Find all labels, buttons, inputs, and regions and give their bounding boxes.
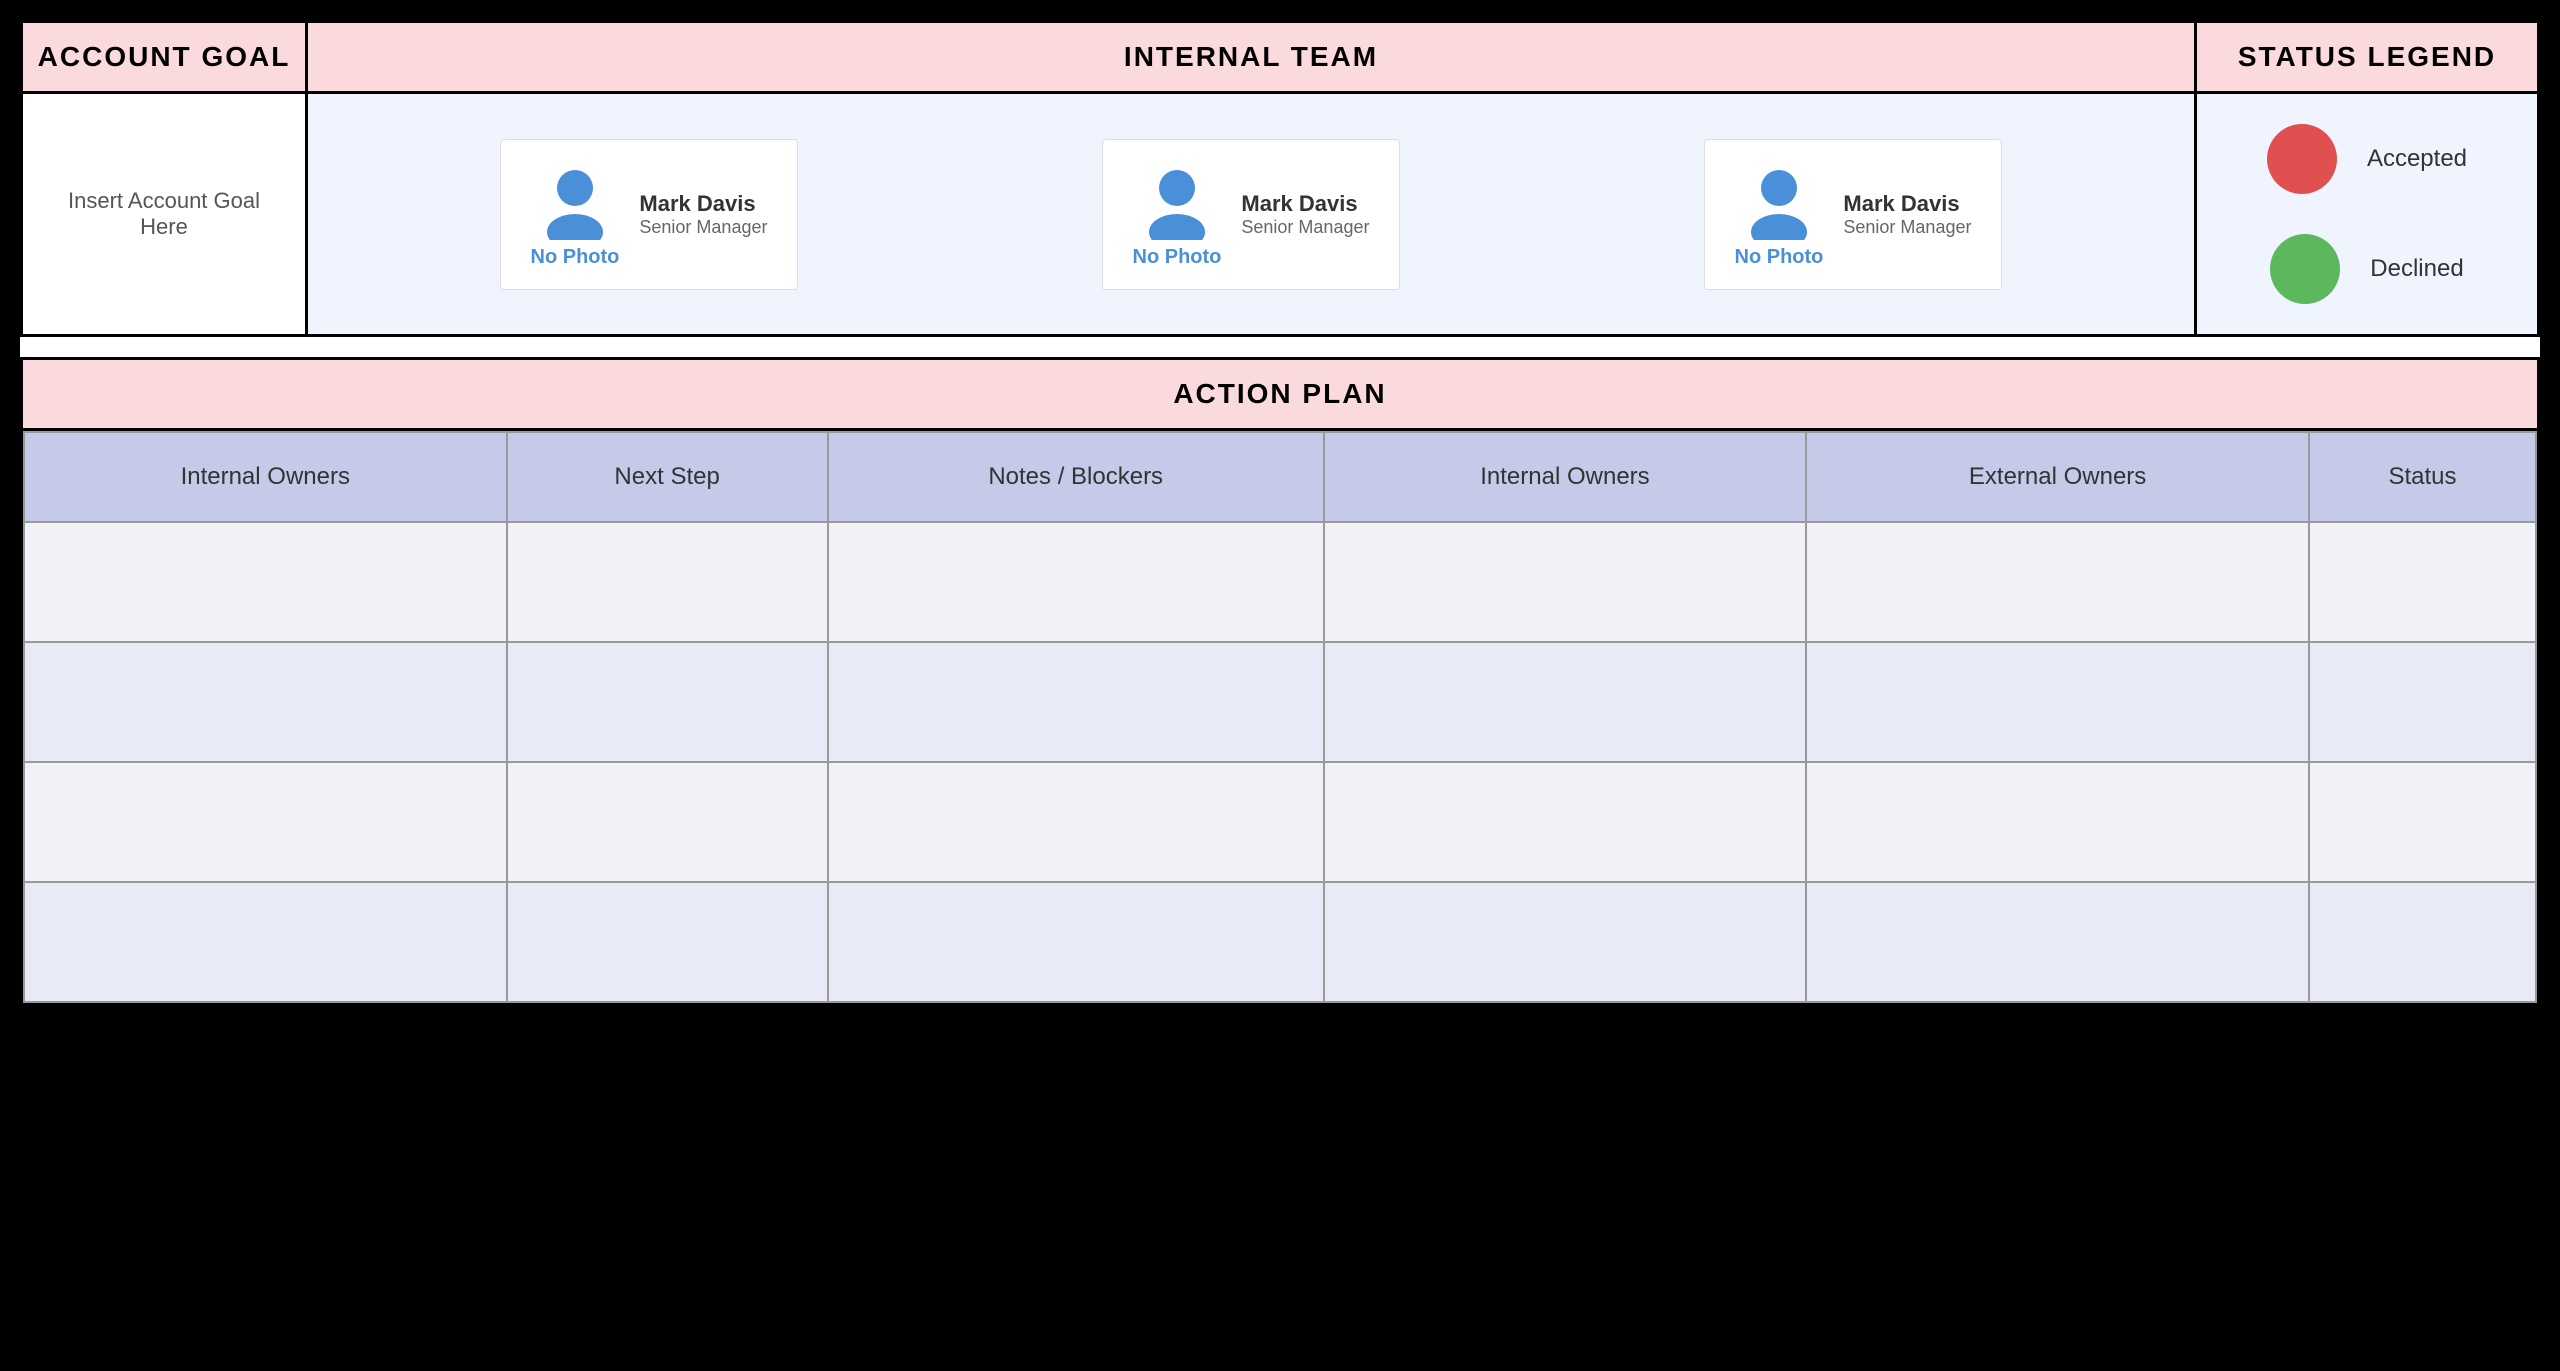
col-header-status: Status — [2309, 432, 2536, 522]
account-goal-placeholder[interactable]: Insert Account Goal Here — [43, 188, 285, 240]
team-member-card-1: No Photo Mark Davis Senior Manager — [500, 139, 799, 290]
no-photo-label-2: No Photo — [1133, 246, 1222, 269]
member-title-1: Senior Manager — [639, 217, 767, 238]
member-name-1: Mark Davis — [639, 191, 767, 217]
avatar-container-1: No Photo — [531, 160, 620, 269]
table-row — [24, 762, 2536, 882]
no-photo-label-1: No Photo — [531, 246, 620, 269]
avatar-container-3: No Photo — [1735, 160, 1824, 269]
col-header-notes-blockers: Notes / Blockers — [828, 432, 1324, 522]
member-title-2: Senior Manager — [1241, 217, 1369, 238]
cell-external-owners-r4[interactable] — [1806, 882, 2309, 1002]
member-info-3: Mark Davis Senior Manager — [1843, 191, 1971, 238]
cell-next-step-r2[interactable] — [507, 642, 828, 762]
internal-team-column: INTERNAL TEAM No Photo Mark Davis Senior… — [308, 23, 2197, 334]
account-goal-header: ACCOUNT GOAL — [23, 23, 305, 94]
internal-team-header: INTERNAL TEAM — [308, 23, 2194, 94]
cell-status-r4[interactable] — [2309, 882, 2536, 1002]
status-legend-header: STATUS LEGEND — [2197, 23, 2537, 94]
cell-internal-owners-2-r1[interactable] — [1324, 522, 1807, 642]
account-goal-body: Insert Account Goal Here — [23, 94, 305, 334]
cell-status-r1[interactable] — [2309, 522, 2536, 642]
cell-internal-owners-1-r3[interactable] — [24, 762, 507, 882]
cell-next-step-r1[interactable] — [507, 522, 828, 642]
cell-internal-owners-2-r3[interactable] — [1324, 762, 1807, 882]
no-photo-label-3: No Photo — [1735, 246, 1824, 269]
action-plan-section: ACTION PLAN Internal Owners Next Step No… — [20, 357, 2540, 1006]
col-header-next-step: Next Step — [507, 432, 828, 522]
top-section: ACCOUNT GOAL Insert Account Goal Here IN… — [20, 20, 2540, 337]
cell-status-r3[interactable] — [2309, 762, 2536, 882]
status-legend-column: STATUS LEGEND Accepted Declined — [2197, 23, 2537, 334]
legend-item-accepted: Accepted — [2267, 124, 2467, 194]
team-member-card-2: No Photo Mark Davis Senior Manager — [1102, 139, 1401, 290]
col-header-external-owners: External Owners — [1806, 432, 2309, 522]
cell-notes-blockers-r4[interactable] — [828, 882, 1324, 1002]
table-row — [24, 882, 2536, 1002]
cell-notes-blockers-r2[interactable] — [828, 642, 1324, 762]
cell-notes-blockers-r1[interactable] — [828, 522, 1324, 642]
cell-internal-owners-2-r4[interactable] — [1324, 882, 1807, 1002]
table-header-row: Internal Owners Next Step Notes / Blocke… — [24, 432, 2536, 522]
main-container: ACCOUNT GOAL Insert Account Goal Here IN… — [20, 20, 2540, 1006]
cell-status-r2[interactable] — [2309, 642, 2536, 762]
declined-circle — [2270, 234, 2340, 304]
declined-label: Declined — [2370, 255, 2463, 283]
cell-notes-blockers-r3[interactable] — [828, 762, 1324, 882]
col-header-internal-owners-2: Internal Owners — [1324, 432, 1807, 522]
action-plan-table: Internal Owners Next Step Notes / Blocke… — [23, 431, 2537, 1003]
cell-internal-owners-1-r1[interactable] — [24, 522, 507, 642]
account-goal-column: ACCOUNT GOAL Insert Account Goal Here — [23, 23, 308, 334]
legend-item-declined: Declined — [2270, 234, 2463, 304]
cell-external-owners-r1[interactable] — [1806, 522, 2309, 642]
col-header-internal-owners-1: Internal Owners — [24, 432, 507, 522]
cell-external-owners-r2[interactable] — [1806, 642, 2309, 762]
cell-next-step-r3[interactable] — [507, 762, 828, 882]
avatar-icon-2 — [1137, 160, 1217, 240]
accepted-circle — [2267, 124, 2337, 194]
avatar-container-2: No Photo — [1133, 160, 1222, 269]
member-name-3: Mark Davis — [1843, 191, 1971, 217]
cell-internal-owners-1-r2[interactable] — [24, 642, 507, 762]
member-name-2: Mark Davis — [1241, 191, 1369, 217]
table-row — [24, 642, 2536, 762]
member-info-2: Mark Davis Senior Manager — [1241, 191, 1369, 238]
table-row — [24, 522, 2536, 642]
legend-body: Accepted Declined — [2197, 94, 2537, 334]
avatar-icon-3 — [1739, 160, 1819, 240]
action-plan-header: ACTION PLAN — [23, 360, 2537, 431]
cell-next-step-r4[interactable] — [507, 882, 828, 1002]
cell-external-owners-r3[interactable] — [1806, 762, 2309, 882]
accepted-label: Accepted — [2367, 145, 2467, 173]
cell-internal-owners-2-r2[interactable] — [1324, 642, 1807, 762]
team-member-card-3: No Photo Mark Davis Senior Manager — [1704, 139, 2003, 290]
team-members-body: No Photo Mark Davis Senior Manager N — [308, 94, 2194, 334]
member-title-3: Senior Manager — [1843, 217, 1971, 238]
member-info-1: Mark Davis Senior Manager — [639, 191, 767, 238]
avatar-icon-1 — [535, 160, 615, 240]
cell-internal-owners-1-r4[interactable] — [24, 882, 507, 1002]
